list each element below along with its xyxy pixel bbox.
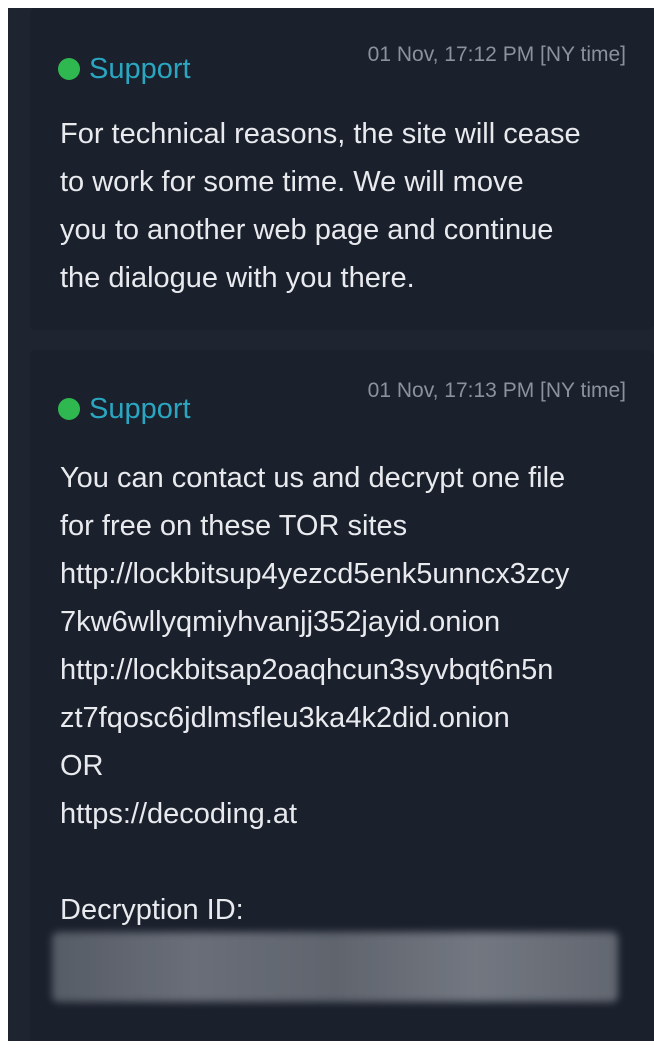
message-line: OR [60,750,104,782]
message-timestamp: 01 Nov, 17:12 PM [NY time] [367,43,626,66]
message-body: For technical reasons, the site will cea… [60,110,628,302]
message-line: to work for some time. We will move [60,166,524,198]
onion-link: 7kw6wllyqmiyhvanjj352jayid.onion [60,606,501,638]
message-line: for free on these TOR sites [60,510,408,542]
message-sender: Support [58,52,191,86]
chat-message: Support 01 Nov, 17:12 PM [NY time] For t… [30,8,654,330]
chat-panel: Support 01 Nov, 17:12 PM [NY time] For t… [8,8,654,1041]
sender-name: Support [89,393,191,425]
chat-message: Support 01 Nov, 17:13 PM [NY time] You c… [30,350,654,1041]
redacted-decryption-id [52,932,618,1002]
onion-link: http://lockbitsup4yezcd5enk5unncx3zcy [60,558,570,590]
onion-link: http://lockbitsap2oaqhcun3syvbqt6n5n [60,654,554,686]
decryption-id-label: Decryption ID: [60,894,244,926]
online-status-icon [58,58,80,80]
message-line: You can contact us and decrypt one file [60,462,566,494]
clearnet-link: https://decoding.at [60,798,297,830]
sender-name: Support [89,53,191,85]
message-body: You can contact us and decrypt one file … [60,454,628,934]
message-line: For technical reasons, the site will cea… [60,118,581,150]
message-line: the dialogue with you there. [60,262,415,294]
message-timestamp: 01 Nov, 17:13 PM [NY time] [367,379,626,402]
online-status-icon [58,398,80,420]
message-line: you to another web page and continue [60,214,554,246]
message-sender: Support [58,392,191,426]
onion-link: zt7fqosc6jdlmsfleu3ka4k2did.onion [60,702,510,734]
